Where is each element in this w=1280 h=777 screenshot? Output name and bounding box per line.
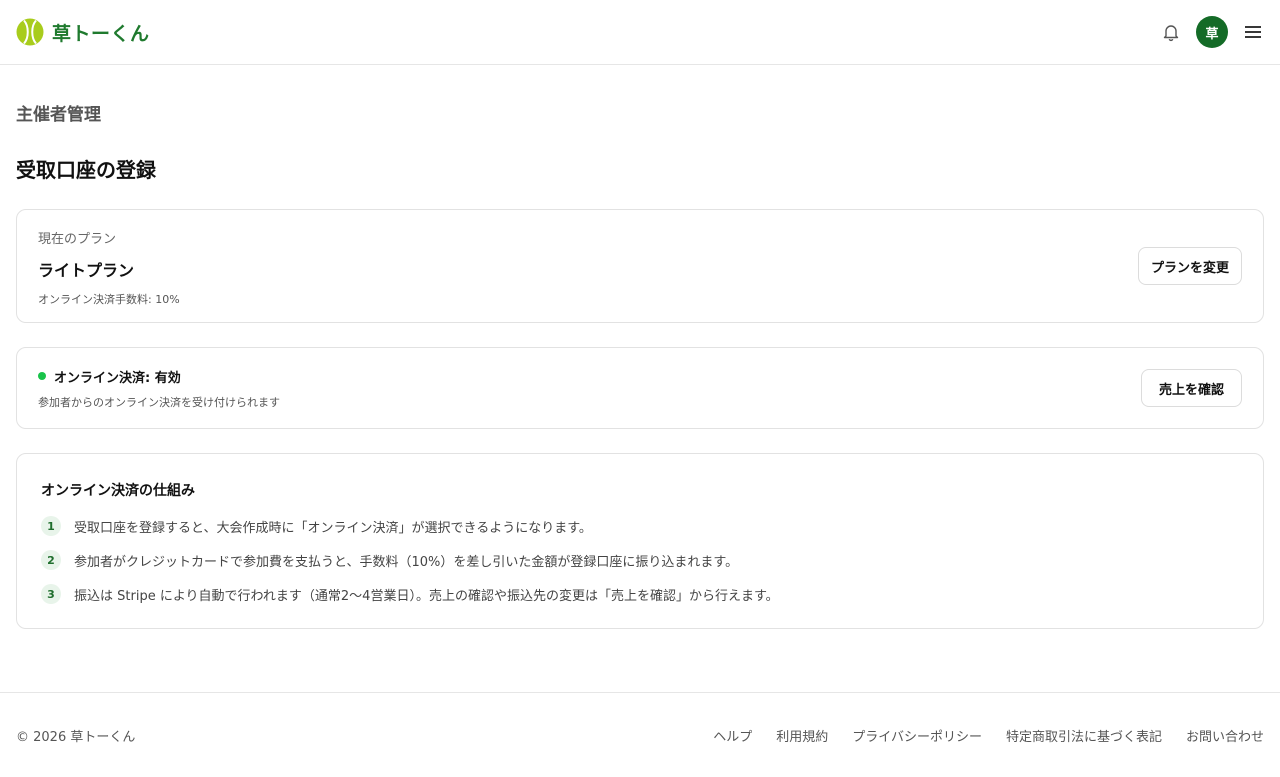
plan-fee: オンライン決済手数料: 10%: [38, 292, 180, 306]
app-header: 草トーくん 草: [0, 0, 1280, 65]
plan-name: ライトプラン: [38, 260, 135, 280]
status-line: オンライン決済: 有効: [38, 367, 280, 386]
bell-icon[interactable]: [1160, 21, 1182, 43]
step-item: 1 受取口座を登録すると、大会作成時に「オンライン決済」が選択できるようになりま…: [41, 516, 1239, 536]
copyright: © 2026 草トーくん: [16, 729, 136, 745]
plan-caption: 現在のプラン: [38, 231, 117, 247]
main-content: 主催者管理 受取口座の登録 現在のプラン ライトプラン オンライン決済手数料: …: [0, 100, 1280, 629]
brand-name: 草トーくん: [52, 22, 150, 45]
footer-link-terms[interactable]: 利用規約: [776, 726, 828, 745]
how-it-works-card: オンライン決済の仕組み 1 受取口座を登録すると、大会作成時に「オンライン決済」…: [16, 453, 1264, 629]
current-plan-card: 現在のプラン ライトプラン オンライン決済手数料: 10% プランを変更: [16, 209, 1264, 323]
step-number: 1: [41, 516, 61, 536]
tennis-ball-icon: [16, 18, 44, 46]
step-item: 2 参加者がクレジットカードで参加費を支払うと、手数料（10%）を差し引いた金額…: [41, 550, 1239, 570]
step-item: 3 振込は Stripe により自動で行われます（通常2〜4営業日）。売上の確認…: [41, 584, 1239, 604]
footer-link-contact[interactable]: お問い合わせ: [1186, 726, 1264, 745]
status-description: 参加者からのオンライン決済を受け付けられます: [38, 395, 280, 409]
change-plan-button[interactable]: プランを変更: [1138, 247, 1242, 285]
how-it-works-title: オンライン決済の仕組み: [41, 483, 195, 499]
status-title: オンライン決済: 有効: [54, 370, 181, 386]
brand[interactable]: 草トーくん: [16, 18, 150, 46]
plan-info: 現在のプラン ライトプラン オンライン決済手数料: 10%: [38, 226, 180, 307]
status-info: オンライン決済: 有効 参加者からのオンライン決済を受け付けられます: [38, 367, 280, 410]
header-actions: 草: [1160, 16, 1264, 48]
status-dot-icon: [38, 372, 46, 380]
footer-link-commerce-law[interactable]: 特定商取引法に基づく表記: [1006, 726, 1162, 745]
steps-list: 1 受取口座を登録すると、大会作成時に「オンライン決済」が選択できるようになりま…: [41, 516, 1239, 604]
payment-status-card: オンライン決済: 有効 参加者からのオンライン決済を受け付けられます 売上を確認: [16, 347, 1264, 429]
avatar[interactable]: 草: [1196, 16, 1228, 48]
step-number: 3: [41, 584, 61, 604]
step-text: 参加者がクレジットカードで参加費を支払うと、手数料（10%）を差し引いた金額が登…: [74, 554, 739, 570]
footer-links: ヘルプ 利用規約 プライバシーポリシー 特定商取引法に基づく表記 お問い合わせ: [713, 726, 1264, 745]
hamburger-menu-icon[interactable]: [1242, 21, 1264, 43]
step-number: 2: [41, 550, 61, 570]
app-footer: © 2026 草トーくん ヘルプ 利用規約 プライバシーポリシー 特定商取引法に…: [0, 692, 1280, 777]
page-title: 受取口座の登録: [16, 158, 156, 182]
footer-link-help[interactable]: ヘルプ: [713, 726, 752, 745]
view-sales-button[interactable]: 売上を確認: [1141, 369, 1242, 407]
step-text: 受取口座を登録すると、大会作成時に「オンライン決済」が選択できるようになります。: [74, 520, 592, 536]
footer-link-privacy[interactable]: プライバシーポリシー: [852, 726, 982, 745]
section-label: 主催者管理: [16, 105, 101, 125]
step-text: 振込は Stripe により自動で行われます（通常2〜4営業日）。売上の確認や振…: [74, 588, 779, 604]
